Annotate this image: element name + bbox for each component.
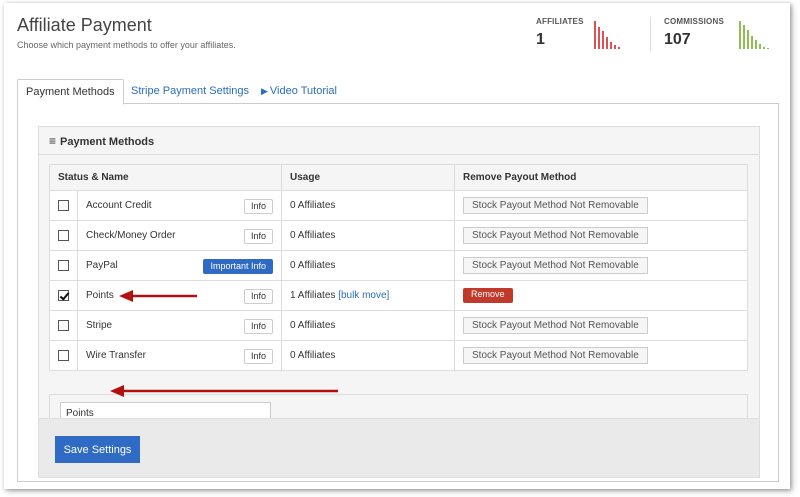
annotation-arrow-icon (110, 385, 338, 397)
play-icon: ▶ (261, 86, 268, 96)
enable-checkbox-check-money-order[interactable] (58, 229, 69, 241)
table-row: PayPal Important Info 0 Affiliates Stock … (49, 250, 748, 281)
not-removable-button: Stock Payout Method Not Removable (463, 257, 648, 274)
info-button[interactable]: Info (243, 319, 273, 334)
column-status-name: Status & Name (49, 164, 282, 191)
app-window: Affiliate Payment Choose which payment m… (4, 3, 790, 489)
enable-checkbox-points[interactable] (58, 289, 69, 301)
method-name: Stripe (86, 320, 113, 331)
stat-affiliates-label: AFFILIATES (536, 17, 584, 26)
tab-bar: Payment Methods Stripe Payment Settings … (17, 79, 779, 105)
table-row: Check/Money Order Info 0 Affiliates Stock… (49, 220, 748, 251)
table-row: Wire Transfer Info 0 Affiliates Stock Pay… (49, 340, 748, 371)
annotation-arrow-icon (119, 290, 197, 302)
stat-commissions-label: COMMISSIONS (664, 17, 724, 26)
not-removable-button: Stock Payout Method Not Removable (463, 317, 648, 334)
stat-divider (650, 17, 651, 51)
tab-stripe-payment-settings[interactable]: Stripe Payment Settings (123, 79, 257, 104)
panel-title: Payment Methods (60, 136, 155, 148)
enable-checkbox-account-credit[interactable] (58, 199, 69, 211)
method-name: Wire Transfer (86, 350, 147, 361)
column-remove: Remove Payout Method (454, 164, 748, 191)
panel-footer: Save Settings (39, 418, 759, 477)
usage-text: 0 Affiliates (290, 350, 336, 361)
table-header-row: Status & Name Usage Remove Payout Method (49, 164, 748, 191)
stat-commissions-value: 107 (664, 31, 691, 48)
not-removable-button: Stock Payout Method Not Removable (463, 347, 648, 364)
tab-video-label: Video Tutorial (269, 85, 337, 97)
enable-checkbox-stripe[interactable] (58, 319, 69, 331)
save-settings-button[interactable]: Save Settings (55, 436, 140, 463)
not-removable-button: Stock Payout Method Not Removable (463, 227, 648, 244)
panel-heading: ≡ Payment Methods (39, 127, 759, 155)
info-button[interactable]: Info (243, 199, 273, 214)
enable-checkbox-wire-transfer[interactable] (58, 349, 69, 361)
bulk-move-link[interactable]: [bulk move] (338, 290, 389, 301)
page-title: Affiliate Payment (17, 15, 152, 35)
method-name: Check/Money Order (86, 230, 176, 241)
stat-affiliates: AFFILIATES 1 (536, 17, 584, 49)
tab-payment-methods-label: Payment Methods (26, 86, 115, 98)
usage-text: 0 Affiliates (290, 260, 336, 271)
not-removable-button: Stock Payout Method Not Removable (463, 197, 648, 214)
stat-commissions: COMMISSIONS 107 (664, 17, 724, 49)
tab-video-tutorial[interactable]: ▶ Video Tutorial (253, 79, 345, 104)
panel-body: Status & Name Usage Remove Payout Method… (39, 156, 759, 434)
payment-methods-table: Status & Name Usage Remove Payout Method… (49, 164, 748, 371)
table-row: Account Credit Info 0 Affiliates Stock Pa… (49, 190, 748, 221)
remove-button[interactable]: Remove (463, 288, 513, 303)
method-name: PayPal (86, 260, 118, 271)
usage-text: 0 Affiliates (290, 320, 336, 331)
usage-text: 1 Affiliates (290, 290, 336, 301)
info-button[interactable]: Info (243, 229, 273, 244)
important-info-button[interactable]: Important Info (203, 259, 273, 274)
info-button[interactable]: Info (243, 289, 273, 304)
table-row: Stripe Info 0 Affiliates Stock Payout Met… (49, 310, 748, 341)
usage-text: 0 Affiliates (290, 200, 336, 211)
enable-checkbox-paypal[interactable] (58, 259, 69, 271)
page-subtitle: Choose which payment methods to offer yo… (17, 40, 236, 50)
usage-text: 0 Affiliates (290, 230, 336, 241)
tab-stripe-label: Stripe Payment Settings (131, 85, 250, 97)
method-name: Account Credit (86, 200, 152, 211)
info-button[interactable]: Info (243, 349, 273, 364)
stat-affiliates-value: 1 (536, 31, 545, 48)
tab-payment-methods[interactable]: Payment Methods (17, 79, 124, 105)
column-usage: Usage (281, 164, 455, 191)
commissions-sparkline-icon (739, 19, 779, 49)
affiliates-sparkline-icon (594, 19, 634, 49)
method-name: Points (86, 290, 114, 301)
menu-icon: ≡ (49, 134, 57, 148)
